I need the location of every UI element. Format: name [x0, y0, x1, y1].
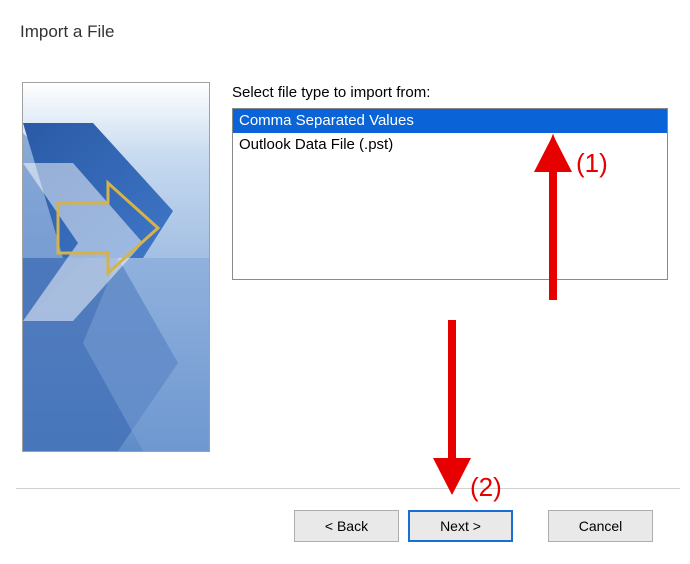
- wizard-image: [22, 82, 210, 452]
- file-type-label: Select file type to import from:: [232, 84, 430, 101]
- next-button[interactable]: Next >: [408, 510, 513, 542]
- annotation-arrow-2: [433, 320, 471, 495]
- file-type-option[interactable]: Outlook Data File (.pst): [233, 133, 667, 157]
- file-type-option[interactable]: Comma Separated Values: [233, 109, 667, 133]
- dialog-title: Import a File: [20, 22, 114, 42]
- file-type-listbox[interactable]: Comma Separated Values Outlook Data File…: [232, 108, 668, 280]
- back-button[interactable]: < Back: [294, 510, 399, 542]
- wizard-graphic-icon: [23, 83, 209, 451]
- separator: [16, 488, 680, 489]
- cancel-button[interactable]: Cancel: [548, 510, 653, 542]
